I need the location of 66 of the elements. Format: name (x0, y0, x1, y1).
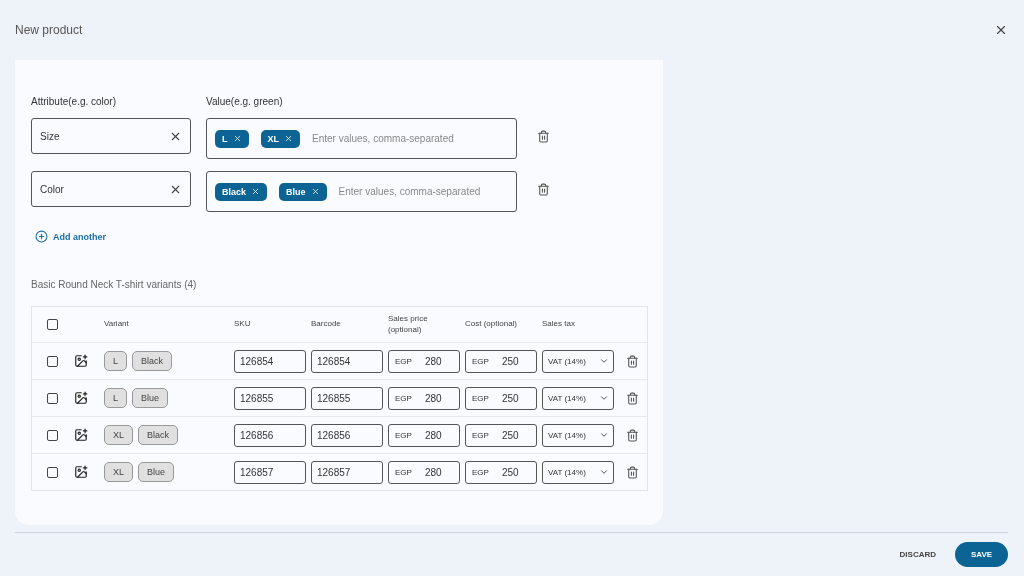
checkbox[interactable] (47, 429, 58, 441)
variant-tag: XL (104, 462, 133, 482)
remove-icon[interactable] (232, 134, 242, 143)
caret-icon (599, 393, 609, 403)
delete-icon[interactable] (537, 130, 550, 143)
column-header: SKU (234, 319, 252, 330)
attribute-field[interactable]: Color (31, 171, 191, 207)
variants-title: Basic Round Neck T-shirt variants (4) (31, 279, 198, 290)
value-chip[interactable]: Black (215, 182, 268, 201)
cost-field[interactable]: EGP 250 (465, 423, 537, 447)
variant-tag: Blue (138, 462, 175, 482)
checkbox[interactable] (47, 319, 58, 330)
price-field[interactable]: EGP 280 (388, 349, 460, 373)
barcode-field[interactable]: 126854 (311, 349, 383, 373)
value-chip[interactable]: L (215, 129, 249, 148)
barcode-field[interactable]: 126856 (311, 423, 383, 447)
sku-field[interactable]: 126854 (234, 349, 306, 373)
value-chip[interactable]: XL (260, 129, 300, 148)
price-field[interactable]: EGP 280 (388, 460, 460, 484)
dialog-title: New product (15, 23, 83, 37)
tax-dropdown[interactable]: VAT (14%) (542, 349, 614, 373)
cost-field[interactable]: EGP 250 (465, 460, 537, 484)
add-another-link[interactable]: Add another (35, 230, 647, 243)
save-button[interactable]: SAVE (955, 542, 1008, 567)
sku-field[interactable]: 126857 (234, 460, 306, 484)
price-field[interactable]: EGP 280 (388, 386, 460, 410)
cost-field[interactable]: EGP 250 (465, 386, 537, 410)
caret-icon (599, 356, 609, 366)
column-header: Sales tax (542, 319, 576, 330)
caret-icon (599, 467, 609, 477)
tax-dropdown[interactable]: VAT (14%) (542, 423, 614, 447)
tax-dropdown[interactable]: VAT (14%) (542, 386, 614, 410)
remove-icon[interactable] (284, 134, 293, 143)
add-icon (35, 230, 48, 243)
checkbox[interactable] (47, 466, 58, 478)
remove-icon[interactable] (310, 187, 320, 196)
remove-icon[interactable] (251, 187, 261, 196)
column-header: Cost (optional) (465, 319, 519, 330)
variant-tag: L (104, 351, 127, 371)
caret-icon (599, 430, 609, 440)
column-header: Barcode (311, 319, 342, 330)
values-field[interactable]: L XL Enter values, comma-separated (206, 118, 517, 159)
close-icon[interactable] (994, 23, 1008, 37)
discard-button[interactable]: DISCARD (893, 549, 942, 560)
value-chip[interactable]: Blue (279, 182, 327, 201)
variant-tag: Black (132, 351, 173, 371)
variant-tag: Black (138, 425, 179, 445)
attribute-field[interactable]: Size (31, 118, 191, 154)
variant-tag: L (104, 388, 127, 408)
checkbox[interactable] (47, 392, 58, 404)
variant-tag: XL (104, 425, 133, 445)
checkbox[interactable] (47, 355, 58, 367)
delete-icon[interactable] (537, 183, 550, 196)
column-header: Variant (104, 319, 130, 330)
variant-tag: Blue (132, 388, 169, 408)
cost-field[interactable]: EGP 250 (465, 349, 537, 373)
barcode-field[interactable]: 126857 (311, 460, 383, 484)
values-field[interactable]: Black Blue Enter values, comma-separated (206, 171, 517, 212)
attribute-label: Attribute(e.g. color) (31, 96, 118, 107)
value-label: Value(e.g. green) (206, 96, 284, 107)
tax-dropdown[interactable]: VAT (14%) (542, 460, 614, 484)
price-field[interactable]: EGP 280 (388, 423, 460, 447)
sku-field[interactable]: 126855 (234, 386, 306, 410)
barcode-field[interactable]: 126855 (311, 386, 383, 410)
column-header: Sales price (optional) (388, 314, 429, 335)
sku-field[interactable]: 126856 (234, 423, 306, 447)
